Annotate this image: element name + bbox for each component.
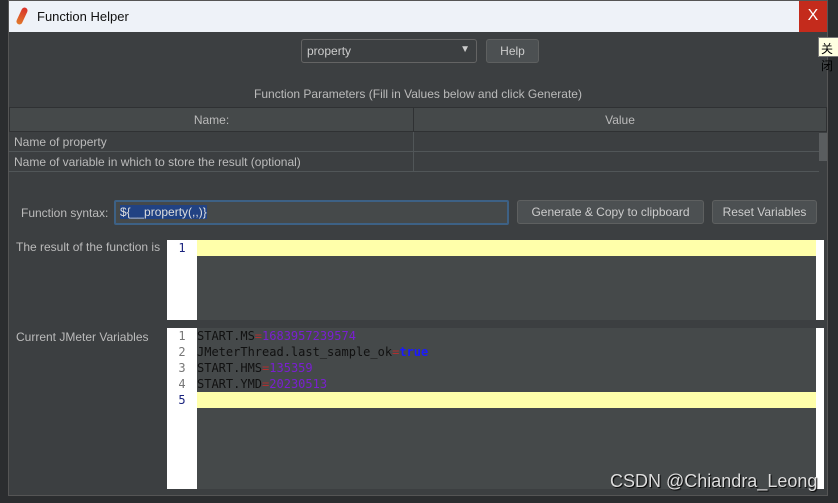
function-syntax-label: Function syntax:: [21, 206, 109, 220]
title-bar: Function Helper X: [9, 1, 827, 32]
close-tooltip: 关闭: [818, 37, 838, 73]
var-val: true: [399, 345, 429, 359]
code-line: START.HMS=135359: [197, 360, 816, 376]
line-number: 3: [178, 361, 186, 375]
variables-label: Current JMeter Variables: [16, 330, 149, 344]
code-line: START.YMD=20230513: [197, 376, 816, 392]
chevron-down-icon: ▼: [460, 44, 470, 55]
line-number: 1: [178, 329, 186, 343]
line-gutter: 1: [167, 240, 197, 320]
var-eq: =: [254, 329, 263, 343]
watermark: CSDN @Chiandra_Leong: [610, 471, 818, 491]
code-line: JMeterThread.last_sample_ok=true: [197, 344, 816, 360]
window-title: Function Helper: [37, 9, 129, 24]
jmeter-feather-icon: [15, 6, 29, 26]
var-key: START.HMS: [197, 361, 263, 375]
result-label: The result of the function is: [16, 240, 161, 254]
var-val: 1683957239574: [262, 329, 356, 343]
var-val: 20230513: [269, 377, 328, 391]
function-syntax-value: ${__property(,,)}: [120, 205, 207, 219]
function-helper-dialog: Function Helper X property ▼ Help Functio…: [8, 0, 828, 496]
table-row[interactable]: Name of variable in which to store the r…: [9, 152, 819, 172]
parameters-title: Function Parameters (Fill in Values belo…: [254, 87, 582, 101]
var-key: JMeterThread.last_sample_ok: [197, 345, 393, 359]
line-number: 5: [178, 393, 186, 407]
code-line: START.MS=1683957239574: [197, 328, 816, 344]
column-header-name[interactable]: Name:: [9, 107, 414, 132]
close-button[interactable]: X: [799, 1, 827, 32]
table-scrollbar[interactable]: [819, 133, 827, 161]
function-syntax-input[interactable]: ${__property(,,)}: [114, 200, 509, 225]
var-key: START.YMD: [197, 377, 263, 391]
var-val: 135359: [269, 361, 313, 375]
reset-variables-button[interactable]: Reset Variables: [712, 200, 817, 224]
table-row[interactable]: Name of property: [9, 132, 819, 152]
var-key: START.MS: [197, 329, 255, 343]
line-number: 4: [178, 377, 186, 391]
current-line: [197, 240, 816, 256]
function-select[interactable]: property ▼: [301, 39, 477, 63]
param-name: Name of property: [14, 135, 107, 149]
function-select-value: property: [307, 44, 352, 58]
parameters-table: Name: Value Name of property Name of var…: [9, 107, 827, 173]
column-header-value[interactable]: Value: [413, 107, 827, 132]
line-number: 1: [178, 241, 186, 255]
help-button[interactable]: Help: [486, 39, 539, 63]
line-number: 2: [178, 345, 186, 359]
code-line: [197, 392, 816, 408]
variables-code: START.MS=1683957239574 JMeterThread.last_…: [197, 328, 816, 408]
param-name: Name of variable in which to store the r…: [14, 155, 301, 169]
line-gutter: 1 2 3 4 5: [167, 328, 197, 489]
generate-copy-button[interactable]: Generate & Copy to clipboard: [517, 200, 704, 224]
result-editor[interactable]: 1: [167, 240, 824, 320]
variables-editor[interactable]: 12345 START.MS=1683957239574 JMeterThread…: [167, 328, 824, 489]
